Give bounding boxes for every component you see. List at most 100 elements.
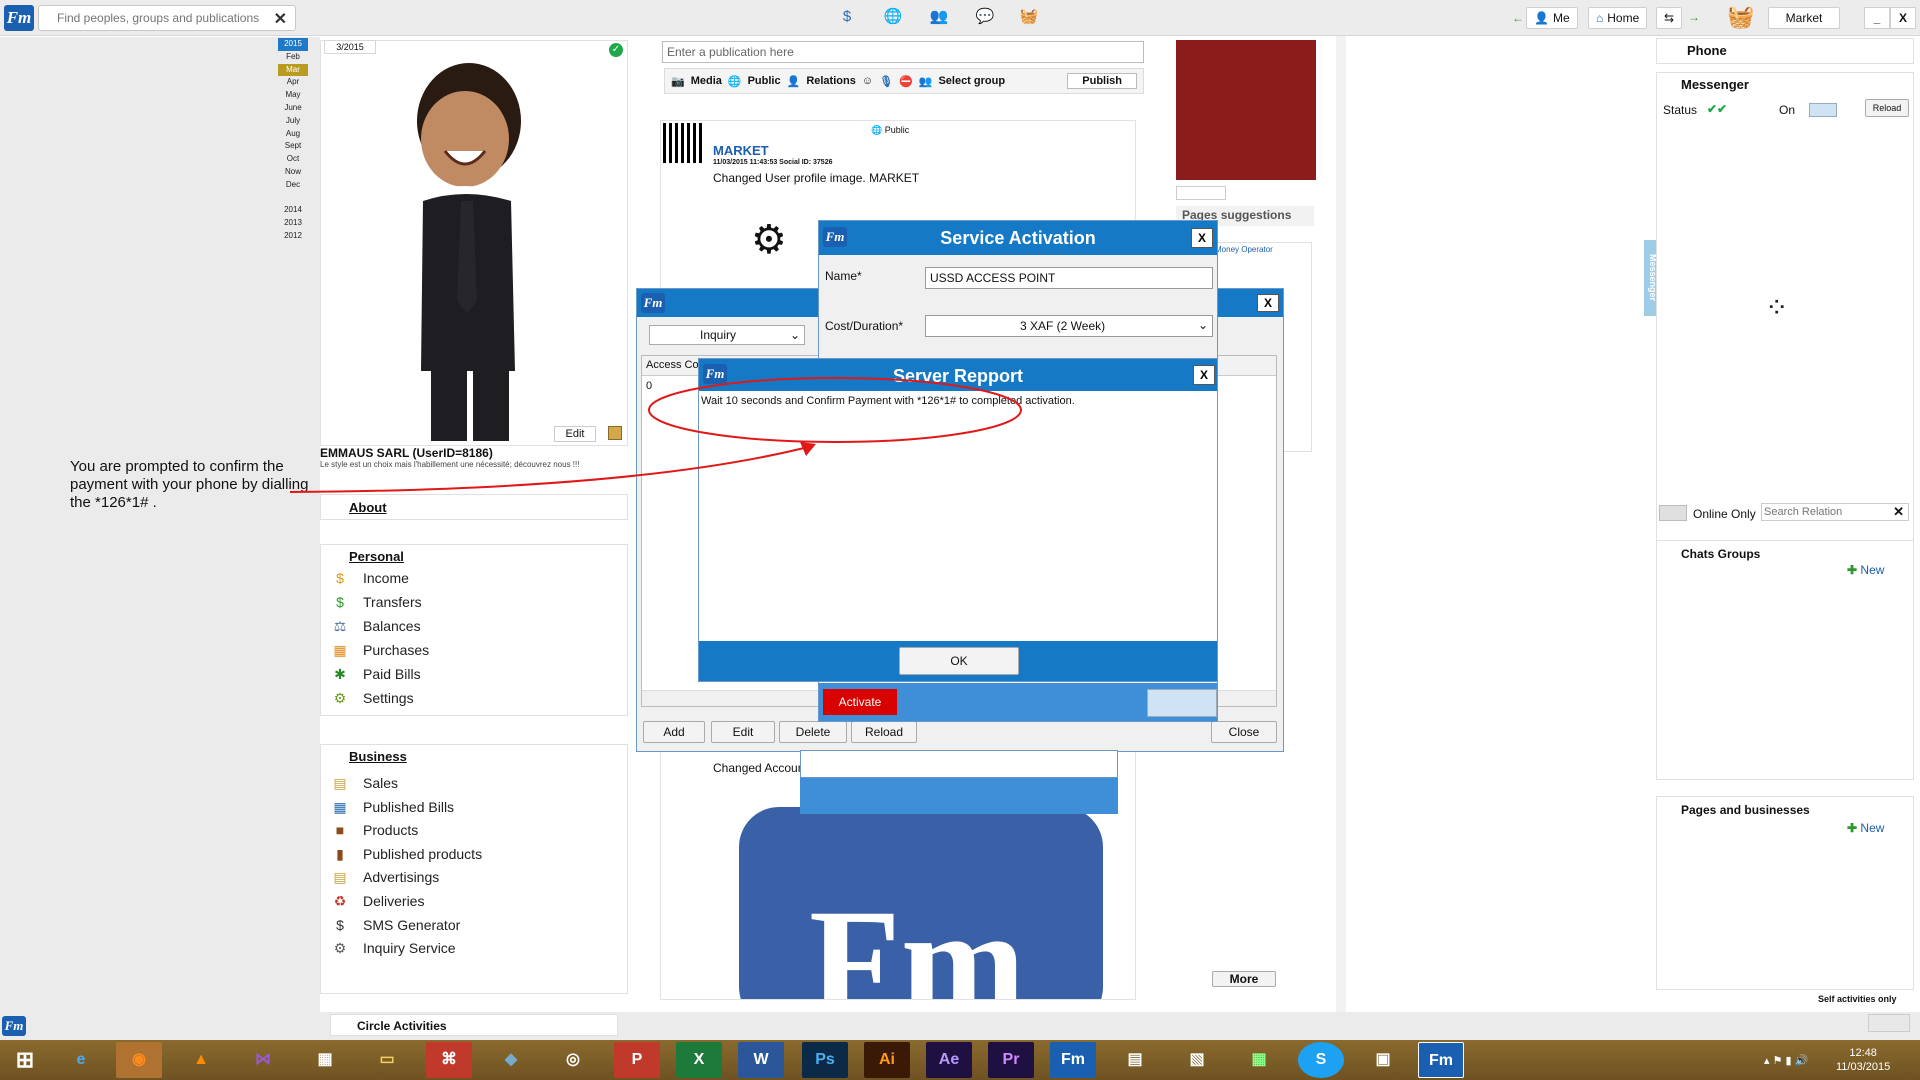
public-button[interactable]: Public (748, 75, 781, 87)
reload-inquiry-button[interactable]: Reload (851, 721, 917, 743)
business-item[interactable]: ■ Products (329, 819, 627, 842)
feed-scrollbar[interactable] (1336, 36, 1346, 1016)
tray-icons[interactable]: ▴ ⚑ ▮ 🔊 (1764, 1054, 1808, 1067)
business-item[interactable]: $ SMS Generator (329, 914, 627, 937)
home-button[interactable]: ⌂ Home (1588, 7, 1648, 29)
ie-icon[interactable]: e (58, 1042, 104, 1078)
phone-panel[interactable]: Phone (1656, 38, 1914, 64)
new-chat-button[interactable]: ✚ New (1847, 563, 1884, 577)
business-item[interactable]: ▦ Published Bills (329, 796, 627, 819)
search-relation[interactable]: ✕ (1761, 503, 1909, 521)
refresh-button[interactable]: ⇆ (1656, 7, 1682, 29)
more-button[interactable]: More (1212, 971, 1276, 987)
basket-icon[interactable]: 🧺 (1016, 4, 1042, 30)
no-entry-icon[interactable]: ⛔ (899, 75, 913, 88)
personal-item[interactable]: ⚖ Balances (329, 614, 627, 638)
me-button[interactable]: 👤 Me (1526, 7, 1578, 29)
calendar-year[interactable]: 2012 (278, 230, 308, 243)
bottom-logo[interactable]: Fm (2, 1016, 26, 1036)
personal-item[interactable]: ✱ Paid Bills (329, 662, 627, 686)
close-app-button[interactable]: X (1890, 7, 1916, 29)
qr-avatar-icon[interactable] (663, 123, 703, 163)
business-item[interactable]: ▤ Advertisings (329, 866, 627, 889)
about-panel[interactable]: About (320, 494, 628, 520)
delete-button[interactable]: Delete (779, 721, 847, 743)
calculator-icon[interactable]: ▦ (302, 1042, 348, 1078)
activate-button[interactable]: Activate (823, 689, 897, 715)
payment-icon[interactable]: $ (834, 4, 860, 30)
premiere-icon[interactable]: Pr (988, 1042, 1034, 1078)
notes-icon[interactable]: ◆ (488, 1042, 534, 1078)
search-relation-input[interactable] (1762, 504, 1882, 520)
operator-link[interactable]: Money Operator (1215, 245, 1273, 254)
online-only-toggle[interactable] (1659, 505, 1687, 521)
image-nav[interactable] (1176, 186, 1226, 200)
status-toggle[interactable] (1809, 103, 1837, 117)
spreadsheet-icon[interactable]: ▦ (1236, 1042, 1282, 1078)
clear-search-icon[interactable]: ✕ (274, 9, 287, 29)
business-item[interactable]: ▮ Published products (329, 843, 627, 866)
calendar-month[interactable]: Now (278, 166, 308, 179)
forward-arrow-icon[interactable]: → (1688, 10, 1700, 24)
microphone-icon[interactable]: 🎙 (879, 75, 893, 88)
business-item[interactable]: ♻ Deliveries (329, 890, 627, 913)
personal-item[interactable]: ⚙ Settings (329, 686, 627, 710)
calendar-month[interactable]: Mar (278, 63, 308, 77)
cost-select[interactable]: 3 XAF (2 Week) ⌄ (925, 315, 1213, 337)
market-button[interactable]: Market (1768, 7, 1840, 29)
image-viewer-icon[interactable]: ▧ (1174, 1042, 1220, 1078)
circle-activities-tab[interactable]: Circle Activities (330, 1014, 618, 1036)
cart-icon[interactable]: 🧺 (1726, 4, 1756, 32)
personal-item[interactable]: ▦ Purchases (329, 638, 627, 662)
start-icon[interactable]: ⊞ (2, 1042, 48, 1078)
illustrator-icon[interactable]: Ai (864, 1042, 910, 1078)
close-inquiry-button[interactable]: X (1257, 294, 1279, 312)
select-group-button[interactable]: Select group (938, 75, 1005, 87)
globe-icon[interactable]: 🌐 (880, 4, 906, 30)
calendar-month[interactable]: Sept (278, 140, 308, 153)
post-author[interactable]: MARKET (713, 143, 769, 158)
media-icon[interactable]: 📷 (671, 75, 685, 88)
calendar-month[interactable]: Feb (278, 51, 308, 64)
close-server-button[interactable]: X (1193, 365, 1215, 385)
media-button[interactable]: Media (691, 75, 722, 87)
firefox-icon[interactable]: ◉ (116, 1042, 162, 1078)
vlc-icon[interactable]: ▲ (178, 1042, 224, 1078)
search-input[interactable] (39, 6, 259, 30)
calendar-month[interactable]: July (278, 115, 308, 128)
calendar-month[interactable]: Apr (278, 76, 308, 89)
clear-search-icon[interactable]: ✕ (1893, 504, 1904, 520)
excel-icon[interactable]: X (676, 1042, 722, 1078)
file-explorer-icon[interactable]: ▭ (364, 1042, 410, 1078)
after-effects-icon[interactable]: Ae (926, 1042, 972, 1078)
personal-item[interactable]: $ Income (329, 566, 627, 590)
camera-icon[interactable] (608, 426, 622, 440)
table-row[interactable]: 0 (646, 380, 652, 392)
edit-profile-button[interactable]: Edit (554, 426, 596, 442)
ok-button[interactable]: OK (899, 647, 1019, 675)
fm-taskbar-icon[interactable]: Fm (1050, 1042, 1096, 1078)
reload-button[interactable]: Reload (1865, 99, 1909, 117)
calendar-year[interactable]: 2013 (278, 217, 308, 230)
new-page-button[interactable]: ✚ New (1847, 821, 1884, 835)
self-activities-toggle[interactable] (1868, 1014, 1910, 1032)
chat-icon[interactable]: 💬 (972, 4, 998, 30)
calendar-month[interactable]: June (278, 102, 308, 115)
visual-studio-icon[interactable]: ⋈ (240, 1042, 286, 1078)
progress-toggle[interactable] (1147, 689, 1217, 717)
business-item[interactable]: ▤ Sales (329, 772, 627, 795)
publication-input[interactable]: Enter a publication here (662, 41, 1144, 63)
skype-icon[interactable]: S (1298, 1042, 1344, 1078)
app-logo[interactable]: Fm (4, 5, 34, 31)
acrobat-icon[interactable]: ⌘ (426, 1042, 472, 1078)
back-arrow-icon[interactable]: ← (1512, 11, 1524, 25)
close-button[interactable]: Close (1211, 721, 1277, 743)
emoji-icon[interactable]: ☺ (862, 75, 873, 87)
calendar-month[interactable]: 2015 (278, 38, 308, 51)
background-input[interactable] (800, 750, 1118, 778)
calendar-year[interactable]: 2014 (278, 204, 308, 217)
fm-active-taskbar-icon[interactable]: Fm (1418, 1042, 1464, 1078)
product-image[interactable] (1176, 40, 1316, 180)
clock[interactable]: 12:48 11/03/2015 (1836, 1046, 1890, 1074)
window-app-icon[interactable]: ▣ (1360, 1042, 1406, 1078)
